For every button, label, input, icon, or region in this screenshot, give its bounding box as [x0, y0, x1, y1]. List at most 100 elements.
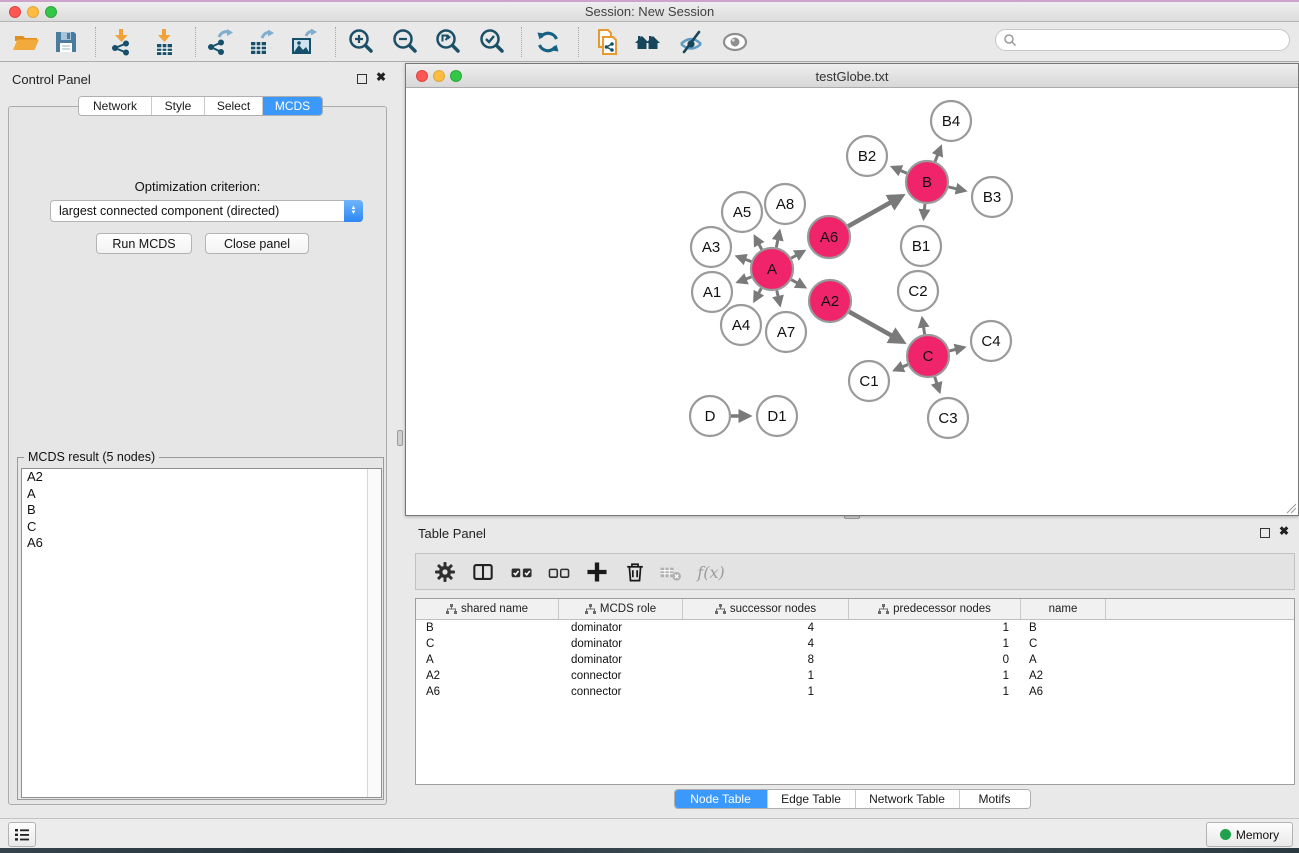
- edge-A-A3[interactable]: [737, 256, 751, 261]
- deselect-all-checks-icon[interactable]: [542, 557, 576, 587]
- tab-mcds[interactable]: MCDS: [262, 97, 322, 115]
- node-A1[interactable]: A1: [692, 272, 732, 312]
- edge-B-B1[interactable]: [924, 204, 925, 218]
- zoom-selected-icon[interactable]: [474, 24, 510, 60]
- task-history-button[interactable]: [8, 822, 36, 847]
- node-C2[interactable]: C2: [898, 271, 938, 311]
- mcds-result-item[interactable]: C: [22, 519, 381, 536]
- edge-B-B2[interactable]: [893, 167, 907, 173]
- duplicate-network-icon[interactable]: [588, 24, 624, 60]
- float-table-panel-icon[interactable]: [1260, 528, 1270, 538]
- table-row[interactable]: Adominator80A: [416, 652, 1294, 668]
- home-icon[interactable]: [630, 24, 666, 60]
- edge-B-B4[interactable]: [935, 147, 941, 161]
- edge-C-C1[interactable]: [895, 365, 908, 370]
- close-panel-icon[interactable]: ✖: [376, 70, 386, 84]
- import-table-icon[interactable]: [146, 24, 182, 60]
- edge-C-C4[interactable]: [949, 347, 963, 350]
- save-session-icon[interactable]: [48, 24, 84, 60]
- close-table-panel-icon[interactable]: ✖: [1279, 524, 1289, 538]
- tab-network-table[interactable]: Network Table: [855, 790, 959, 808]
- mcds-result-item[interactable]: A: [22, 486, 381, 503]
- zoom-out-icon[interactable]: [387, 24, 423, 60]
- table-options-gear-icon[interactable]: [428, 557, 462, 587]
- edge-A-A8[interactable]: [776, 231, 779, 247]
- search-field[interactable]: [995, 29, 1290, 51]
- node-A2[interactable]: A2: [809, 280, 851, 322]
- tab-node-table[interactable]: Node Table: [675, 790, 767, 808]
- zoom-fit-icon[interactable]: [430, 24, 466, 60]
- edge-B-B3[interactable]: [948, 187, 964, 191]
- mcds-result-item[interactable]: A2: [22, 469, 381, 486]
- edge-A-A5[interactable]: [755, 237, 762, 250]
- float-panel-icon[interactable]: [357, 74, 367, 84]
- node-A7[interactable]: A7: [766, 312, 806, 352]
- column-header-shared-name[interactable]: shared name: [416, 599, 559, 619]
- tab-style[interactable]: Style: [151, 97, 204, 115]
- export-image-icon[interactable]: [286, 24, 322, 60]
- table-row[interactable]: A2connector11A2: [416, 668, 1294, 684]
- node-D[interactable]: D: [690, 396, 730, 436]
- tab-network[interactable]: Network: [79, 97, 151, 115]
- zoom-in-icon[interactable]: [343, 24, 379, 60]
- node-A4[interactable]: A4: [721, 305, 761, 345]
- node-A8[interactable]: A8: [765, 184, 805, 224]
- node-A5[interactable]: A5: [722, 192, 762, 232]
- close-panel-button[interactable]: Close panel: [205, 233, 309, 254]
- vertical-splitter-handle[interactable]: [397, 430, 403, 446]
- search-input[interactable]: [1017, 33, 1289, 47]
- edge-C-C2[interactable]: [922, 319, 924, 335]
- column-header-predecessor-nodes[interactable]: predecessor nodes: [849, 599, 1021, 619]
- node-C3[interactable]: C3: [928, 398, 968, 438]
- edge-A-A1[interactable]: [738, 277, 751, 282]
- mcds-result-item[interactable]: B: [22, 502, 381, 519]
- export-table-icon[interactable]: [243, 24, 279, 60]
- column-header-MCDS-role[interactable]: MCDS role: [559, 599, 683, 619]
- edge-C-C3[interactable]: [935, 377, 940, 391]
- edge-A2-C[interactable]: [849, 312, 903, 342]
- tab-select[interactable]: Select: [204, 97, 262, 115]
- node-B4[interactable]: B4: [931, 101, 971, 141]
- node-A[interactable]: A: [751, 248, 793, 290]
- tab-edge-table[interactable]: Edge Table: [767, 790, 855, 808]
- column-header-successor-nodes[interactable]: successor nodes: [683, 599, 849, 619]
- mcds-result-list[interactable]: A2ABCA6: [21, 468, 382, 798]
- open-session-icon[interactable]: [8, 24, 44, 60]
- birds-eye-view-icon[interactable]: [717, 24, 753, 60]
- select-all-checks-icon[interactable]: [505, 557, 539, 587]
- node-A3[interactable]: A3: [691, 227, 731, 267]
- run-mcds-button[interactable]: Run MCDS: [96, 233, 192, 254]
- window-resize-grip[interactable]: [1285, 502, 1297, 514]
- node-C4[interactable]: C4: [971, 321, 1011, 361]
- import-network-icon[interactable]: [103, 24, 139, 60]
- node-B[interactable]: B: [906, 161, 948, 203]
- export-network-icon[interactable]: [202, 24, 238, 60]
- edge-A-A2[interactable]: [791, 280, 804, 287]
- node-A6[interactable]: A6: [808, 216, 850, 258]
- show-hide-graphics-icon[interactable]: [673, 24, 709, 60]
- scrollbar-track[interactable]: [367, 469, 381, 797]
- table-row[interactable]: A6connector11A6: [416, 684, 1294, 700]
- node-table[interactable]: shared nameMCDS rolesuccessor nodesprede…: [415, 598, 1295, 785]
- table-body[interactable]: Bdominator41BCdominator41CAdominator80AA…: [416, 620, 1294, 700]
- edge-A6-B[interactable]: [848, 196, 902, 226]
- column-visibility-icon[interactable]: [466, 557, 500, 587]
- refresh-layout-icon[interactable]: [530, 24, 566, 60]
- edge-A-A4[interactable]: [755, 288, 762, 300]
- column-header-name[interactable]: name: [1021, 599, 1106, 619]
- table-row[interactable]: Bdominator41B: [416, 620, 1294, 636]
- node-C1[interactable]: C1: [849, 361, 889, 401]
- table-row[interactable]: Cdominator41C: [416, 636, 1294, 652]
- edge-A-A6[interactable]: [791, 251, 804, 258]
- add-column-icon[interactable]: [580, 557, 614, 587]
- criterion-dropdown[interactable]: largest connected component (directed) ▲…: [50, 200, 363, 222]
- memory-button[interactable]: Memory: [1206, 822, 1293, 847]
- table-header-row[interactable]: shared nameMCDS rolesuccessor nodesprede…: [416, 599, 1294, 620]
- tab-motifs[interactable]: Motifs: [959, 790, 1030, 808]
- network-window-titlebar[interactable]: testGlobe.txt: [406, 64, 1298, 88]
- node-B1[interactable]: B1: [901, 226, 941, 266]
- node-C[interactable]: C: [907, 335, 949, 377]
- network-canvas[interactable]: B4B2BB3A8A5A6B1A3AC2A1A2A4A7C4CC1C3DD1: [406, 88, 1298, 515]
- edge-A-A7[interactable]: [777, 290, 780, 304]
- node-D1[interactable]: D1: [757, 396, 797, 436]
